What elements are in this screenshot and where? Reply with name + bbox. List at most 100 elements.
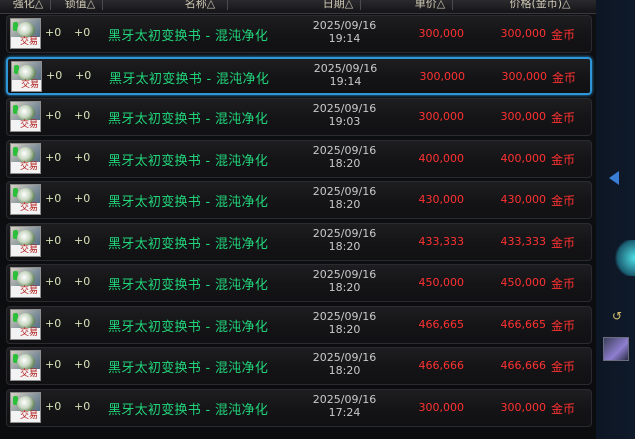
currency-label: 金币 <box>551 401 576 416</box>
listing-time: 18:20 <box>328 364 361 377</box>
item-book-icon[interactable]: 交易 <box>10 18 41 49</box>
total-price: 400,000 <box>500 151 547 165</box>
item-name: 黑牙太初变换书 - 混沌净化 <box>108 29 269 44</box>
auction-history-panel: 强化△ 锁值△ 名称△ 日期△ 单价△ 价格(金币)△ 交易 +0 +0 黑牙太初变换… <box>0 0 596 439</box>
emblem-icon <box>17 354 35 370</box>
emblem-icon <box>17 271 35 287</box>
table-row[interactable]: 交易 +0 +0 黑牙太初变换书 - 混沌净化 2025/09/16 17:24 300,0… <box>6 388 592 427</box>
lock-value: +0 <box>74 192 91 205</box>
item-name: 黑牙太初变换书 - 混沌净化 <box>109 71 270 87</box>
listing-date: 2025/09/16 <box>312 351 377 364</box>
table-row[interactable]: 交易 +0 +0 黑牙太初变换书 - 混沌净化 2025/09/16 18:20 430,0… <box>6 181 592 219</box>
table-row[interactable]: 交易 +0 +0 黑牙太初变换书 - 混沌净化 2025/09/16 19:14 300,0… <box>6 56 592 95</box>
listing-datetime: 2025/09/16 18:20 <box>307 310 382 336</box>
unit-price: 466,666 <box>418 359 465 372</box>
listing-datetime: 2025/09/16 18:20 <box>307 268 382 294</box>
listing-date: 2025/09/16 <box>312 392 377 406</box>
listing-date: 2025/09/16 <box>313 61 378 75</box>
trade-tag: 交易 <box>11 369 40 380</box>
enhance-value: +0 <box>45 150 62 164</box>
enhance-value: +0 <box>45 192 62 205</box>
col-enhance-sort[interactable]: 强化△ <box>8 0 51 11</box>
emblem-icon <box>17 105 35 121</box>
table-row[interactable]: 交易 +0 +0 黑牙太初变换书 - 混沌净化 2025/09/16 19:03 300,0… <box>6 98 592 136</box>
table-row[interactable]: 交易 +0 +0 黑牙太初变换书 - 混沌净化 2025/09/16 19:14 300,0… <box>6 15 592 53</box>
enhance-value: +0 <box>46 68 63 82</box>
listing-time: 17:24 <box>328 405 361 419</box>
item-name: 黑牙太初变换书 - 混沌净化 <box>108 236 269 252</box>
listing-date: 2025/09/16 <box>312 309 377 323</box>
item-book-icon[interactable]: 交易 <box>11 60 42 92</box>
item-book-icon[interactable]: 交易 <box>10 391 41 423</box>
lock-value: +0 <box>74 109 91 122</box>
enhance-value: +0 <box>45 233 62 247</box>
item-name: 黑牙太初变换书 - 混沌净化 <box>108 278 269 293</box>
currency-label: 金币 <box>551 318 576 333</box>
item-name: 黑牙太初变换书 - 混沌净化 <box>108 319 269 335</box>
glow-orb-icon <box>612 240 635 276</box>
listing-time: 18:20 <box>328 156 361 170</box>
trade-tag: 交易 <box>11 37 40 48</box>
listing-time: 18:20 <box>328 198 361 211</box>
listing-date: 2025/09/16 <box>312 19 377 32</box>
enhance-value: +0 <box>45 26 62 39</box>
item-name: 黑牙太初变换书 - 混沌净化 <box>108 195 269 210</box>
refresh-icon[interactable]: ↺ <box>612 309 622 323</box>
enhance-value: +0 <box>45 358 62 371</box>
lock-value: +0 <box>74 150 91 164</box>
emblem-icon <box>17 188 35 204</box>
enhance-value: +0 <box>45 109 62 122</box>
listing-datetime: 2025/09/16 18:20 <box>307 227 382 253</box>
table-header: 强化△ 锁值△ 名称△ 日期△ 单价△ 价格(金币)△ <box>0 0 596 14</box>
total-price: 433,333 <box>500 234 547 248</box>
total-price: 466,665 <box>500 317 547 331</box>
table-row[interactable]: 交易 +0 +0 黑牙太初变换书 - 混沌净化 2025/09/16 18:20 466,6… <box>6 305 592 344</box>
emblem-icon <box>18 64 36 81</box>
col-total-price-sort[interactable]: 价格(金币)△ <box>500 0 580 11</box>
item-book-icon[interactable]: 交易 <box>10 101 41 132</box>
item-name: 黑牙太初变换书 - 混沌净化 <box>108 153 269 169</box>
listing-datetime: 2025/09/16 18:20 <box>307 185 382 211</box>
trade-tag: 交易 <box>11 327 40 339</box>
item-book-icon[interactable]: 交易 <box>10 308 41 340</box>
col-date-sort[interactable]: 日期△ <box>318 0 361 11</box>
col-unit-price-sort[interactable]: 单价△ <box>410 0 453 11</box>
unit-price: 433,333 <box>418 234 465 248</box>
listing-time: 18:20 <box>328 281 361 294</box>
item-book-icon[interactable]: 交易 <box>10 142 41 174</box>
total-price: 300,000 <box>501 69 548 83</box>
currency-label: 金币 <box>551 235 576 250</box>
table-row[interactable]: 交易 +0 +0 黑牙太初变换书 - 混沌净化 2025/09/16 18:20 450,0… <box>6 264 592 302</box>
listing-date: 2025/09/16 <box>312 102 377 115</box>
lock-value: +0 <box>74 26 91 39</box>
trade-tag: 交易 <box>11 244 40 256</box>
trade-tag: 交易 <box>12 79 41 91</box>
unit-price: 430,000 <box>418 193 465 206</box>
col-lock-sort[interactable]: 锁值△ <box>60 0 103 11</box>
lock-value: +0 <box>74 358 91 371</box>
item-book-icon[interactable]: 交易 <box>10 267 41 298</box>
listing-datetime: 2025/09/16 18:20 <box>307 144 382 170</box>
unit-price: 300,000 <box>418 27 465 40</box>
col-name-sort[interactable]: 名称△ <box>175 0 228 11</box>
item-name: 黑牙太初变换书 - 混沌净化 <box>108 361 269 376</box>
table-row[interactable]: 交易 +0 +0 黑牙太初变换书 - 混沌净化 2025/09/16 18:20 400,0… <box>6 139 592 178</box>
total-price: 300,000 <box>500 27 547 40</box>
collapse-arrow-icon[interactable] <box>609 171 619 185</box>
total-price: 430,000 <box>500 193 547 206</box>
item-book-icon[interactable]: 交易 <box>10 350 41 381</box>
listing-time: 19:03 <box>328 115 361 128</box>
lock-value: +0 <box>74 399 91 413</box>
total-price: 300,000 <box>500 110 547 123</box>
lock-value: +0 <box>74 316 91 330</box>
table-row[interactable]: 交易 +0 +0 黑牙太初变换书 - 混沌净化 2025/09/16 18:20 466,6… <box>6 347 592 385</box>
item-book-icon[interactable]: 交易 <box>10 184 41 215</box>
table-row[interactable]: 交易 +0 +0 黑牙太初变换书 - 混沌净化 2025/09/16 18:20 433,3… <box>6 222 592 261</box>
total-price: 300,000 <box>500 400 547 414</box>
enhance-value: +0 <box>45 316 62 330</box>
item-book-icon[interactable]: 交易 <box>10 225 41 257</box>
enhance-value: +0 <box>45 399 62 413</box>
listing-time: 19:14 <box>328 32 361 45</box>
total-price: 466,666 <box>500 359 547 372</box>
skill-slot-icon[interactable] <box>603 337 629 361</box>
